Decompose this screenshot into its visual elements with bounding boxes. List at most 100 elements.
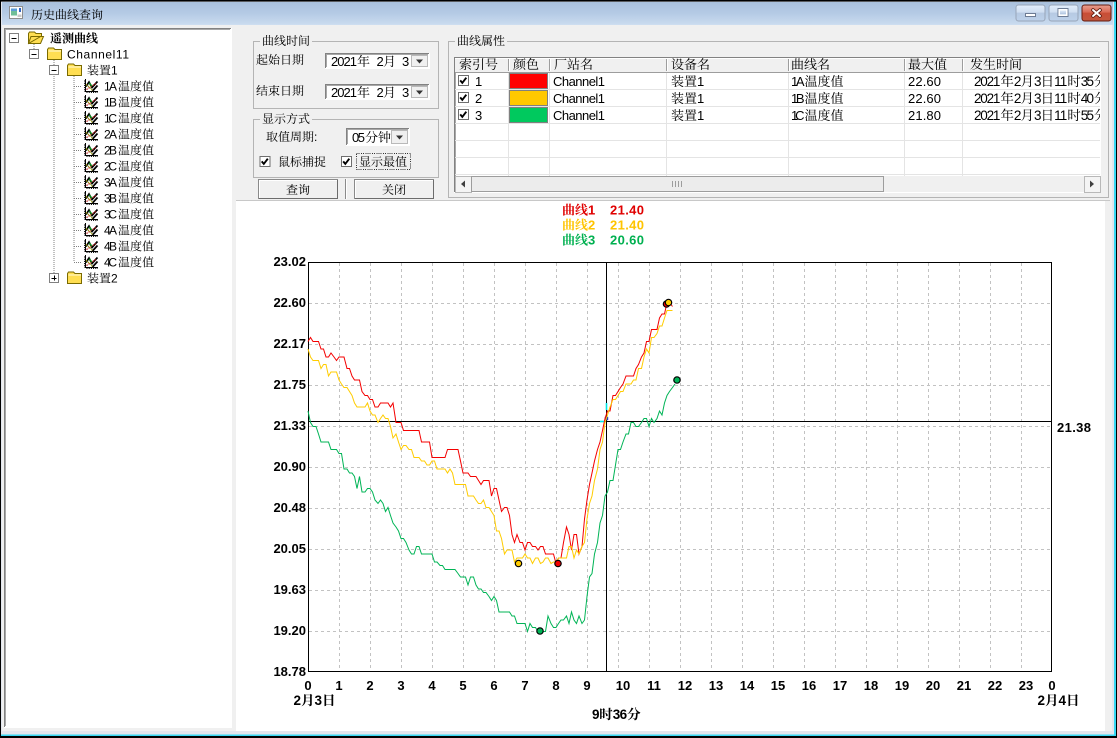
svg-text:21.33: 21.33	[273, 418, 306, 433]
svg-text:14: 14	[740, 678, 755, 693]
svg-text:4: 4	[428, 678, 436, 693]
svg-text:1C: 1C	[104, 112, 117, 126]
svg-text:20.90: 20.90	[273, 459, 306, 474]
svg-text:11: 11	[1054, 91, 1067, 106]
svg-text:11: 11	[1054, 74, 1067, 89]
svg-text:1A: 1A	[104, 80, 117, 94]
svg-text:5: 5	[459, 678, 466, 693]
svg-text:0: 0	[1048, 678, 1055, 693]
svg-text:19.63: 19.63	[273, 582, 306, 597]
svg-text:21.40: 21.40	[610, 203, 644, 218]
svg-text:20.05: 20.05	[273, 541, 306, 556]
svg-text:2: 2	[111, 272, 118, 286]
svg-text:2021: 2021	[331, 85, 357, 100]
svg-text:1: 1	[697, 91, 704, 106]
svg-text:13: 13	[709, 678, 723, 693]
svg-text:9: 9	[592, 707, 600, 722]
svg-text:23.02: 23.02	[273, 254, 306, 269]
svg-text:2: 2	[1014, 108, 1022, 123]
svg-text:1: 1	[588, 203, 595, 218]
svg-text:6: 6	[490, 678, 497, 693]
svg-text:2: 2	[1014, 74, 1022, 89]
svg-text:15: 15	[771, 678, 785, 693]
svg-text:05: 05	[352, 130, 365, 145]
svg-text:1: 1	[111, 64, 118, 78]
svg-text:22: 22	[988, 678, 1002, 693]
svg-text:2021: 2021	[974, 108, 1000, 123]
svg-text:8: 8	[552, 678, 559, 693]
svg-text:3: 3	[475, 108, 482, 123]
svg-text:35: 35	[1081, 74, 1094, 89]
svg-text:3: 3	[1034, 74, 1042, 89]
svg-text:1C: 1C	[791, 108, 805, 123]
svg-text:4A: 4A	[104, 224, 117, 238]
svg-text:Channel1: Channel1	[553, 91, 605, 106]
svg-text:21.80: 21.80	[908, 108, 941, 123]
svg-text:1B: 1B	[791, 91, 805, 106]
svg-text:3: 3	[402, 85, 409, 100]
svg-text:1: 1	[475, 74, 482, 89]
svg-text:1: 1	[335, 678, 342, 693]
svg-text:4C: 4C	[104, 256, 117, 270]
svg-text:2B: 2B	[104, 144, 117, 158]
svg-text:9: 9	[583, 678, 590, 693]
svg-text:20.48: 20.48	[273, 500, 306, 515]
svg-text:2: 2	[294, 693, 302, 708]
svg-text:20: 20	[926, 678, 940, 693]
svg-text:1: 1	[697, 74, 704, 89]
svg-text:18.78: 18.78	[273, 664, 306, 679]
svg-text:Channel11: Channel11	[67, 48, 129, 62]
svg-text:11: 11	[1054, 108, 1067, 123]
svg-text:23: 23	[1019, 678, 1033, 693]
svg-text:0: 0	[304, 678, 311, 693]
svg-text:1: 1	[697, 108, 704, 123]
svg-text:3: 3	[315, 693, 323, 708]
svg-text:2: 2	[475, 91, 482, 106]
svg-text:11: 11	[647, 678, 661, 693]
svg-text:2021: 2021	[331, 54, 357, 69]
svg-text:2A: 2A	[104, 128, 117, 142]
svg-text:3B: 3B	[104, 192, 117, 206]
svg-text:18: 18	[864, 678, 878, 693]
svg-text:2C: 2C	[104, 160, 117, 174]
svg-text:Channel1: Channel1	[553, 74, 605, 89]
svg-text:20.60: 20.60	[610, 233, 644, 248]
svg-text:3A: 3A	[104, 176, 117, 190]
svg-text:4B: 4B	[104, 240, 117, 254]
svg-text:21.38: 21.38	[1057, 420, 1091, 435]
svg-text:1A: 1A	[791, 74, 805, 89]
svg-text:22.60: 22.60	[273, 295, 306, 310]
svg-text:19.20: 19.20	[273, 623, 306, 638]
svg-text:2: 2	[588, 218, 595, 233]
svg-text:36: 36	[613, 707, 628, 722]
svg-text:2: 2	[1038, 693, 1046, 708]
svg-text:3: 3	[1034, 91, 1042, 106]
svg-text:2: 2	[377, 54, 384, 69]
svg-text:3: 3	[588, 233, 595, 248]
svg-text:2: 2	[366, 678, 373, 693]
svg-text:19: 19	[895, 678, 909, 693]
svg-text:21.40: 21.40	[610, 218, 644, 233]
svg-text:2021: 2021	[974, 74, 1000, 89]
svg-text:7: 7	[521, 678, 528, 693]
svg-text:2021: 2021	[974, 91, 1000, 106]
svg-text:1B: 1B	[104, 96, 117, 110]
svg-text:10: 10	[616, 678, 630, 693]
svg-text:55: 55	[1081, 108, 1094, 123]
svg-text:2: 2	[1014, 91, 1022, 106]
svg-text:3: 3	[402, 54, 409, 69]
svg-text:21.75: 21.75	[273, 377, 306, 392]
svg-text:22.60: 22.60	[908, 91, 941, 106]
svg-text:3: 3	[1034, 108, 1042, 123]
svg-text:12: 12	[678, 678, 692, 693]
svg-text:4: 4	[1059, 693, 1067, 708]
svg-text:22.17: 22.17	[273, 336, 306, 351]
svg-text:16: 16	[802, 678, 816, 693]
svg-text:2: 2	[377, 85, 384, 100]
svg-text:21: 21	[957, 678, 971, 693]
svg-text:3C: 3C	[104, 208, 117, 222]
svg-text:40: 40	[1081, 91, 1094, 106]
svg-text:3: 3	[397, 678, 404, 693]
svg-text:17: 17	[833, 678, 847, 693]
svg-text:Channel1: Channel1	[553, 108, 605, 123]
